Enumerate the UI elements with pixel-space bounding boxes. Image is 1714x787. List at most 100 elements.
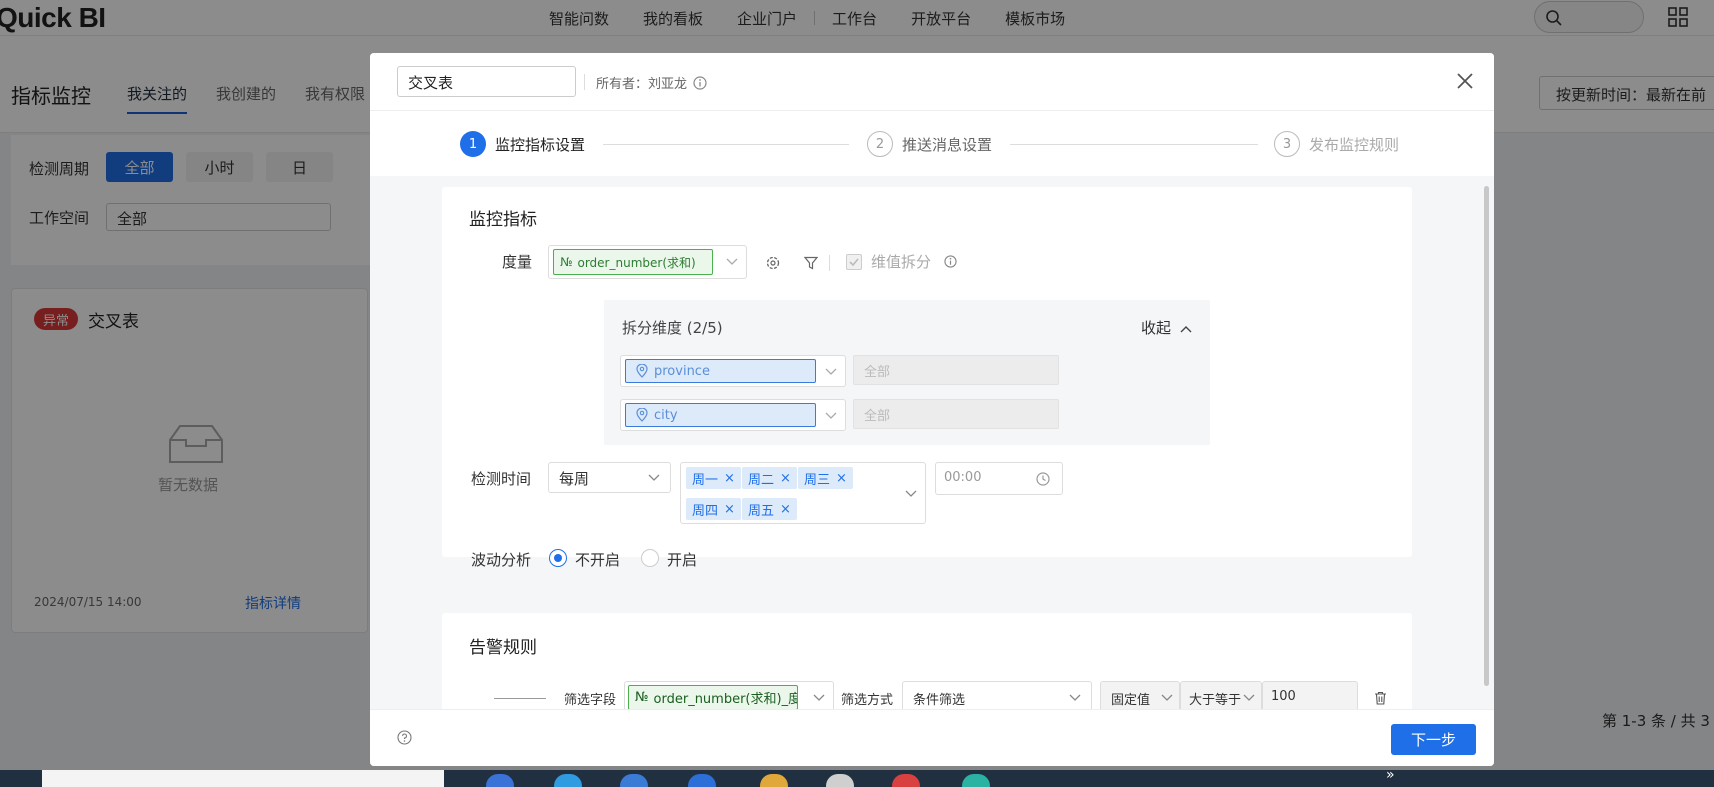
value-type: 固定值 <box>1111 693 1151 708</box>
remove-icon[interactable]: × <box>724 502 735 517</box>
weekday-multiselect[interactable]: 周一 × 周二 × 周三 × 周四 × 周五 × <box>680 462 926 524</box>
dimension-tag: city <box>625 403 816 427</box>
dimension-value: 全部 <box>864 409 891 424</box>
owner-info: 所有者：刘亚龙 <box>596 73 707 92</box>
weekday-label: 周五 <box>748 503 775 519</box>
alert-rule-section: 告警规则 筛选字段 № order_number(求和)_度... 筛选方式 条… <box>442 613 1412 709</box>
overflow-chevron-icon[interactable]: » <box>1386 767 1395 783</box>
chevron-down-icon <box>905 490 917 497</box>
dialog-scrollbar[interactable] <box>1484 186 1489 686</box>
chevron-down-icon <box>825 412 837 419</box>
dimension-value-select-2[interactable]: 全部 <box>853 399 1059 429</box>
next-step-button[interactable]: 下一步 <box>1391 724 1476 755</box>
step-indicator: 1 监控指标设置 2 推送消息设置 3 发布监控规则 <box>370 111 1494 176</box>
step-1-number: 1 <box>460 131 486 157</box>
frequency-select[interactable]: 每周 <box>548 462 671 493</box>
measure-field-tag: № order_number(求和) <box>553 249 713 275</box>
chevron-down-icon <box>648 474 660 481</box>
app-icon[interactable] <box>826 774 854 787</box>
location-pin-icon <box>636 408 648 422</box>
chevron-up-icon <box>1180 326 1192 333</box>
dimension-field-name: province <box>654 363 710 379</box>
threshold-value: 100 <box>1271 689 1296 704</box>
weekday-tag[interactable]: 周二 × <box>742 467 797 489</box>
detect-time-label: 检测时间 <box>471 470 532 488</box>
filter-icon[interactable] <box>804 256 818 270</box>
time-picker[interactable]: 00:00 <box>935 462 1063 495</box>
dimension-select-2[interactable]: city <box>620 399 846 431</box>
app-icon[interactable] <box>554 774 582 787</box>
measure-field-name: order_number(求和) <box>577 255 696 270</box>
chevron-down-icon <box>726 258 738 265</box>
trash-icon[interactable] <box>1374 691 1387 705</box>
app-icon[interactable] <box>962 774 990 787</box>
app-icon[interactable] <box>620 774 648 787</box>
chevron-down-icon <box>813 694 825 701</box>
clock-icon <box>1036 472 1050 486</box>
fluctuation-on-label[interactable]: 开启 <box>667 549 697 570</box>
measure-select[interactable]: № order_number(求和) <box>548 245 747 279</box>
filter-field-label: 筛选字段 <box>564 693 617 708</box>
dimension-value-select-1[interactable]: 全部 <box>853 355 1059 385</box>
help-icon[interactable] <box>397 730 412 745</box>
collapse-label: 收起 <box>1141 319 1172 337</box>
number-type-icon: № <box>560 255 573 269</box>
frequency-value: 每周 <box>559 470 590 488</box>
weekday-tag[interactable]: 周五 × <box>742 498 797 520</box>
check-icon <box>849 258 859 267</box>
dialog-footer: 下一步 <box>370 709 1494 766</box>
chevron-down-icon <box>1069 694 1081 701</box>
filter-mode-value: 条件筛选 <box>913 693 966 708</box>
threshold-input[interactable]: 100 <box>1262 681 1358 709</box>
close-icon[interactable] <box>1455 71 1475 91</box>
fluctuation-on-radio[interactable] <box>641 549 659 567</box>
app-icon[interactable] <box>688 774 716 787</box>
remove-icon[interactable]: × <box>780 502 791 517</box>
divider <box>584 74 585 90</box>
weekday-tag[interactable]: 周一 × <box>686 467 741 489</box>
monitor-section: 监控指标 度量 № order_number(求和) 维值拆分 拆分维度 (2/… <box>442 187 1412 569</box>
step-2-label: 推送消息设置 <box>902 136 993 154</box>
folder-icon[interactable] <box>760 774 788 787</box>
remove-icon[interactable]: × <box>836 471 847 486</box>
operator-select[interactable]: 大于等于 <box>1180 681 1262 709</box>
fluctuation-off-radio[interactable] <box>549 549 567 567</box>
split-checkbox[interactable] <box>846 254 862 270</box>
settings-icon[interactable] <box>766 256 780 270</box>
section-title: 监控指标 <box>469 210 537 230</box>
weekday-tag[interactable]: 周四 × <box>686 498 741 520</box>
taskbar-search[interactable] <box>42 770 444 787</box>
remove-icon[interactable]: × <box>724 471 735 486</box>
weekday-label: 周一 <box>692 472 719 488</box>
dialog-header: 交叉表 所有者：刘亚龙 <box>370 53 1494 111</box>
app-icon[interactable] <box>892 774 920 787</box>
weekday-label: 周二 <box>748 472 775 488</box>
dimension-panel-title: 拆分维度 (2/5) <box>622 319 723 337</box>
step-connector <box>603 144 849 145</box>
rule-name-input[interactable]: 交叉表 <box>397 66 576 97</box>
dimension-select-1[interactable]: province <box>620 355 846 387</box>
value-type-select[interactable]: 固定值 <box>1100 681 1180 709</box>
weekday-tag[interactable]: 周三 × <box>798 467 853 489</box>
dimension-field-name: city <box>654 407 678 423</box>
filter-field-tag: № order_number(求和)_度... <box>628 685 798 709</box>
weekday-label: 周三 <box>804 472 831 488</box>
split-dimension-panel: 拆分维度 (2/5) 收起 province 全部 city 全部 <box>604 300 1210 445</box>
filter-field-name: order_number(求和)_度... <box>653 692 798 707</box>
fluctuation-off-label[interactable]: 不开启 <box>575 549 620 570</box>
os-taskbar: » <box>0 767 1714 787</box>
weekday-label: 周四 <box>692 503 719 519</box>
collapse-button[interactable]: 收起 <box>1141 317 1192 338</box>
monitor-rule-dialog: 交叉表 所有者：刘亚龙 1 监控指标设置 2 推送消息设置 3 发布监控规则 监… <box>370 53 1494 766</box>
app-icon[interactable] <box>486 774 514 787</box>
info-icon[interactable] <box>944 255 957 268</box>
number-type-icon: № <box>635 690 649 705</box>
filter-field-select[interactable]: № order_number(求和)_度... <box>624 681 834 709</box>
filter-mode-label: 筛选方式 <box>841 693 894 708</box>
filter-mode-select[interactable]: 条件筛选 <box>902 681 1092 709</box>
remove-icon[interactable]: × <box>780 471 791 486</box>
dimension-value: 全部 <box>864 365 891 380</box>
info-icon[interactable] <box>693 75 707 90</box>
step-connector <box>1010 144 1258 145</box>
step-3-label: 发布监控规则 <box>1309 136 1400 154</box>
